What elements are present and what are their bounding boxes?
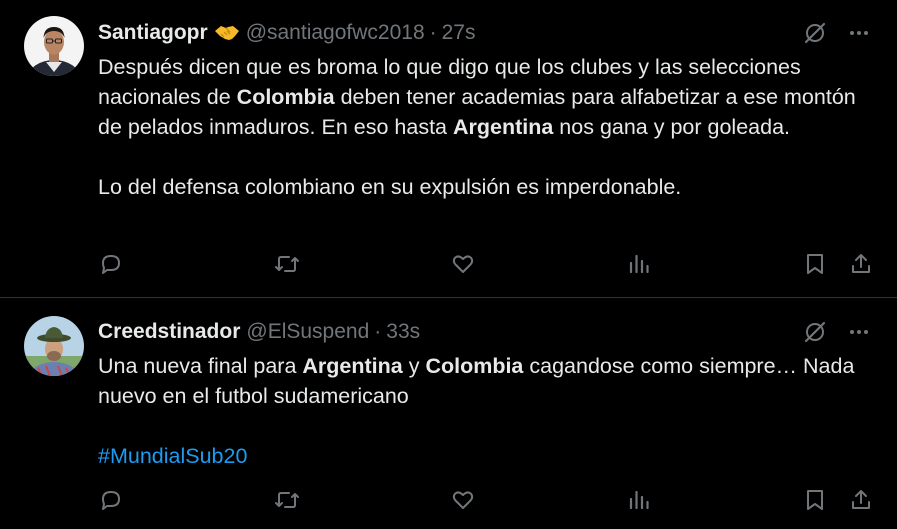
tweet-top-actions [803,21,871,45]
tweet-paragraph: Después dicen que es broma lo que digo q… [98,52,868,142]
avatar[interactable] [24,316,84,376]
bold-keyword: Argentina [302,354,403,378]
timestamp[interactable]: 27s [442,21,476,45]
retweet-icon[interactable] [274,487,300,513]
display-name[interactable]: Creedstinador [98,320,240,344]
tweet[interactable]: Creedstinador @ElSuspend · 33s Una nueva… [0,299,897,529]
share-icon[interactable] [848,251,874,277]
user-handle[interactable]: @ElSuspend [246,320,369,344]
hashtag-link[interactable]: #MundialSub20 [98,444,247,468]
more-icon[interactable] [847,320,871,344]
text-run: Lo del defensa colombiano en su expulsió… [98,175,682,199]
heart-icon[interactable] [450,251,476,277]
handshake-icon [214,23,240,43]
tweet-header: Creedstinador @ElSuspend · 33s [98,319,420,345]
tweet-text: Una nueva final para Argentina y Colombi… [98,351,868,471]
bookmark-icon[interactable] [802,251,828,277]
separator-dot: · [374,320,382,343]
retweet-icon[interactable] [274,251,300,277]
views-icon[interactable] [626,487,652,513]
timestamp[interactable]: 33s [386,320,420,344]
more-icon[interactable] [847,21,871,45]
tweet-actions [98,487,874,513]
timeline-feed: Santiagopr @santiagofwc2018 · 27s Despué… [0,0,897,529]
tweet[interactable]: Santiagopr @santiagofwc2018 · 27s Despué… [0,0,897,298]
tweet-paragraph: Una nueva final para Argentina y Colombi… [98,351,868,411]
tweet-paragraph: #MundialSub20 [98,441,868,471]
separator-dot: · [429,21,437,44]
tweet-header: Santiagopr @santiagofwc2018 · 27s [98,20,475,46]
grok-icon[interactable] [803,320,827,344]
grok-icon[interactable] [803,21,827,45]
text-run: y [402,354,426,378]
bookmark-icon[interactable] [802,487,828,513]
tweet-actions [98,251,874,277]
bold-keyword: Argentina [452,115,554,139]
avatar[interactable] [24,16,84,76]
tweet-text: Después dicen que es broma lo que digo q… [98,52,868,202]
tweet-paragraph: Lo del defensa colombiano en su expulsió… [98,172,868,202]
bold-keyword: Colombia [425,354,524,378]
tweet-top-actions [803,320,871,344]
views-icon[interactable] [626,251,652,277]
text-run: Una nueva final para [98,354,303,378]
text-run: nos gana y por goleada. [553,115,791,139]
display-name[interactable]: Santiagopr [98,21,208,45]
share-icon[interactable] [848,487,874,513]
heart-icon[interactable] [450,487,476,513]
bold-keyword: Colombia [236,85,335,109]
user-handle[interactable]: @santiagofwc2018 [246,21,425,45]
reply-icon[interactable] [98,251,124,277]
reply-icon[interactable] [98,487,124,513]
